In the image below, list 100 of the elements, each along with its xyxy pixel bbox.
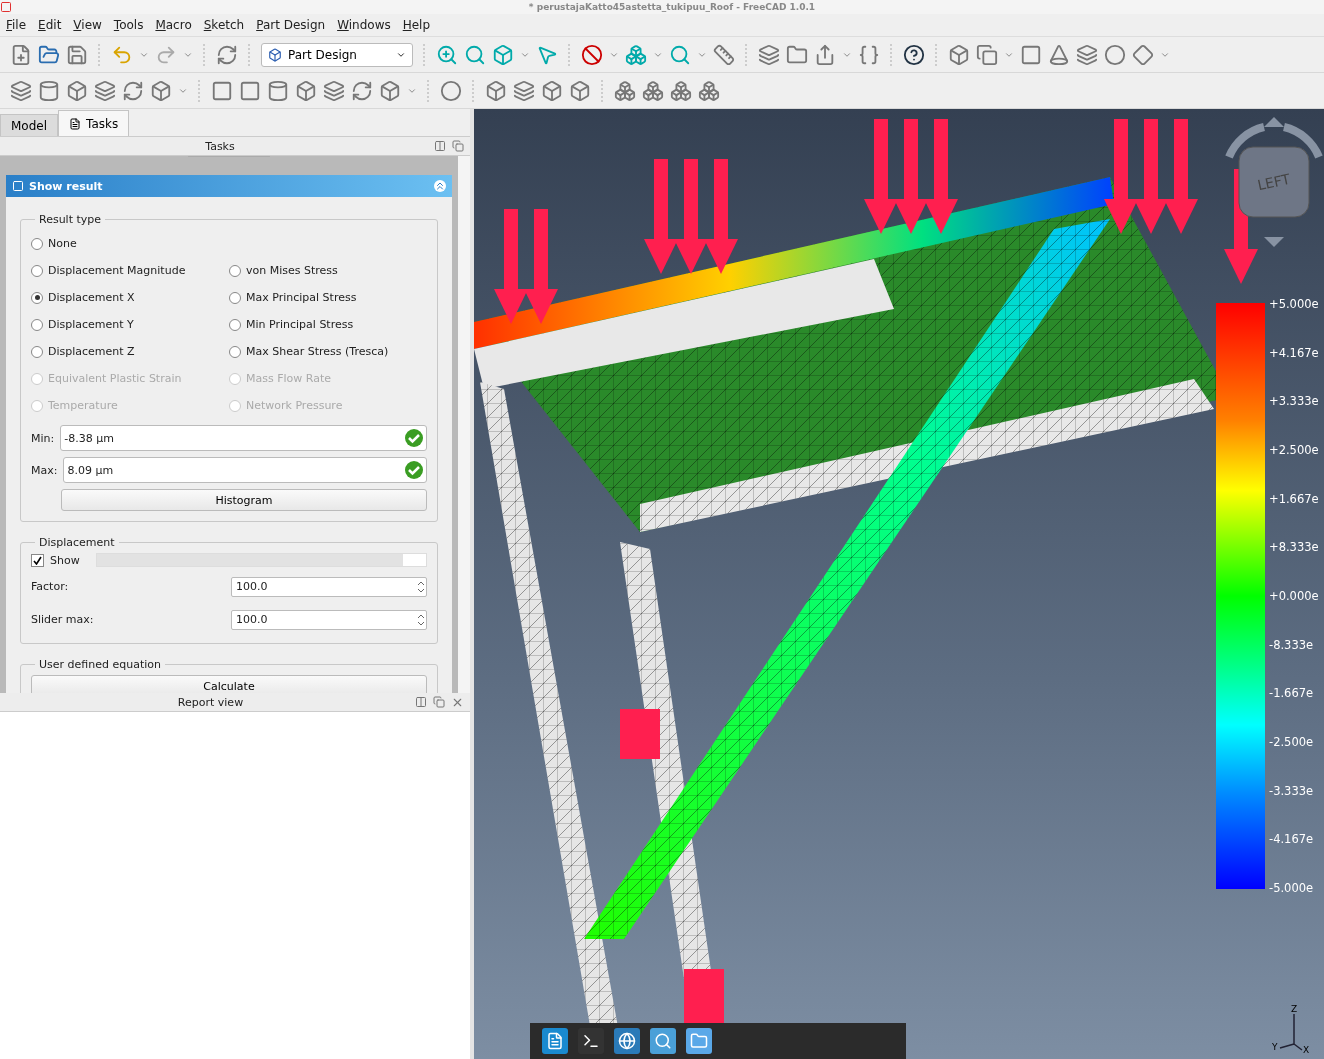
checkmark-icon [405,461,423,479]
dock-icon[interactable] [434,140,446,152]
refresh-icon[interactable] [216,43,238,66]
checkbox[interactable] [31,553,44,567]
spinner-icon [416,579,426,594]
new-file-icon[interactable] [10,43,32,66]
braces-icon[interactable] [858,43,880,66]
radio-option[interactable]: Displacement Magnitude [31,257,229,284]
globe-icon[interactable] [614,1028,640,1054]
menu-item[interactable]: Tools [113,18,144,32]
group-title: Result type [38,213,103,226]
float-icon[interactable] [433,695,445,708]
radio-option[interactable]: Max Principal Stress [229,284,427,311]
document-icon[interactable] [542,1028,568,1054]
panel-title: Report view [176,695,245,709]
folder-icon[interactable] [686,1028,712,1054]
radio-option: Temperature [31,392,229,419]
axis-label: X [1303,1045,1310,1054]
field-label: Slider max: [31,613,94,626]
task-box-title: Show result [29,179,104,193]
scale-label: +2.500e [1269,442,1319,457]
panel-title: Tasks [204,139,236,153]
axis-label: Y [1272,1042,1278,1052]
search-icon[interactable] [650,1028,676,1054]
scale-label: +8.333e [1269,540,1319,555]
axis-label: Z [1291,1004,1298,1014]
menu-item[interactable]: Windows [337,18,391,32]
folder-icon[interactable] [786,43,808,66]
slider-track[interactable] [95,553,427,567]
radio-option[interactable]: Displacement X [31,284,229,311]
group-title: User defined equation [38,658,162,671]
float-icon[interactable] [452,140,464,152]
menu-item[interactable]: Sketch [203,18,245,32]
no-entry-icon[interactable] [581,43,603,66]
scale-label: -2.500e [1269,734,1315,749]
field-label: Factor: [31,580,69,593]
open-folder-icon[interactable] [38,43,60,66]
collapse-icon[interactable] [434,180,446,192]
radio-option[interactable]: von Mises Stress [229,257,427,284]
cube-face[interactable] [1238,146,1310,218]
spin-box[interactable]: 100.0 [231,609,427,630]
field-label: Max: [31,463,58,477]
scale-label: +5.000e [1269,297,1319,311]
menu-item[interactable]: View [73,18,102,32]
spin-box[interactable]: 100.0 [231,576,427,597]
zoom-icon[interactable] [669,43,691,66]
nav-cube-label: LEFT [1256,170,1292,194]
menu-item[interactable]: Edit [38,18,62,32]
window-title: * perustajaKatto45astetta_tukipuu_Roof - FreeCAD 1.0.1 [527,2,817,12]
cube-icon [268,47,282,62]
radio-option[interactable]: Displacement Y [31,311,229,338]
input-field[interactable]: 8.09 µm [63,457,427,483]
input-field[interactable]: -8.38 µm [60,425,427,451]
radio-option[interactable]: Min Principal Stress [229,311,427,338]
rotate-arrows-icon[interactable] [1225,123,1323,161]
zoom-selection-icon[interactable] [464,43,486,66]
menu-item[interactable]: File [6,18,27,32]
radio-option[interactable]: Displacement Z [31,338,229,365]
menu-item[interactable]: Help [402,18,431,32]
cone-icon[interactable] [1048,43,1070,66]
workbench-dropdown[interactable]: Part Design [261,42,413,67]
scale-label: -8.333e [1269,637,1315,652]
field-label: Min: [31,431,55,445]
menu-item[interactable]: Part Design [256,18,326,32]
radio-option: Network Pressure [229,392,427,419]
view-cube-icon[interactable] [492,43,514,66]
terminal-icon[interactable] [578,1028,604,1054]
scale-label: +4.167e [1269,345,1319,360]
down-arrow-icon[interactable] [1264,237,1284,247]
scale-label: -1.667e [1269,686,1315,701]
dock-icon[interactable] [415,695,427,708]
checkmark-icon [405,429,423,447]
scrollbar[interactable] [458,156,470,693]
tab[interactable]: Tasks [58,110,130,136]
scale-label: -3.333e [1269,783,1315,798]
whats-this-icon[interactable] [903,43,925,66]
calculate-button[interactable]: Calculate [31,675,427,693]
checkbox-label: Show [50,553,80,567]
radio-option: Mass Flow Rate [229,365,427,392]
scale-label: +3.333e [1269,394,1319,409]
scale-label: +1.667e [1269,491,1319,506]
scale-label: -5.000e [1269,880,1315,895]
radio-option[interactable]: None [31,230,229,257]
histogram-button[interactable]: Histogram [61,489,427,511]
scale-label: -4.167e [1269,832,1315,847]
radio-option[interactable]: Max Shear Stress (Tresca) [229,338,427,365]
box-selection-icon[interactable] [625,43,647,66]
up-arrow-icon[interactable] [1264,117,1284,127]
spinner-icon [416,612,426,627]
menu-item[interactable]: Macro [155,18,192,32]
scale-label: +0.000e [1269,588,1319,603]
checkmark-icon [33,555,42,565]
radio-option: Equivalent Plastic Strain [31,365,229,392]
slider-fill[interactable] [96,554,403,566]
tab[interactable]: Model [0,114,59,136]
group-title: Displacement [38,536,116,549]
zoom-fit-icon[interactable] [436,43,458,66]
save-icon[interactable] [66,43,88,66]
axis-lines [1279,1013,1303,1051]
export-icon[interactable] [814,43,836,66]
